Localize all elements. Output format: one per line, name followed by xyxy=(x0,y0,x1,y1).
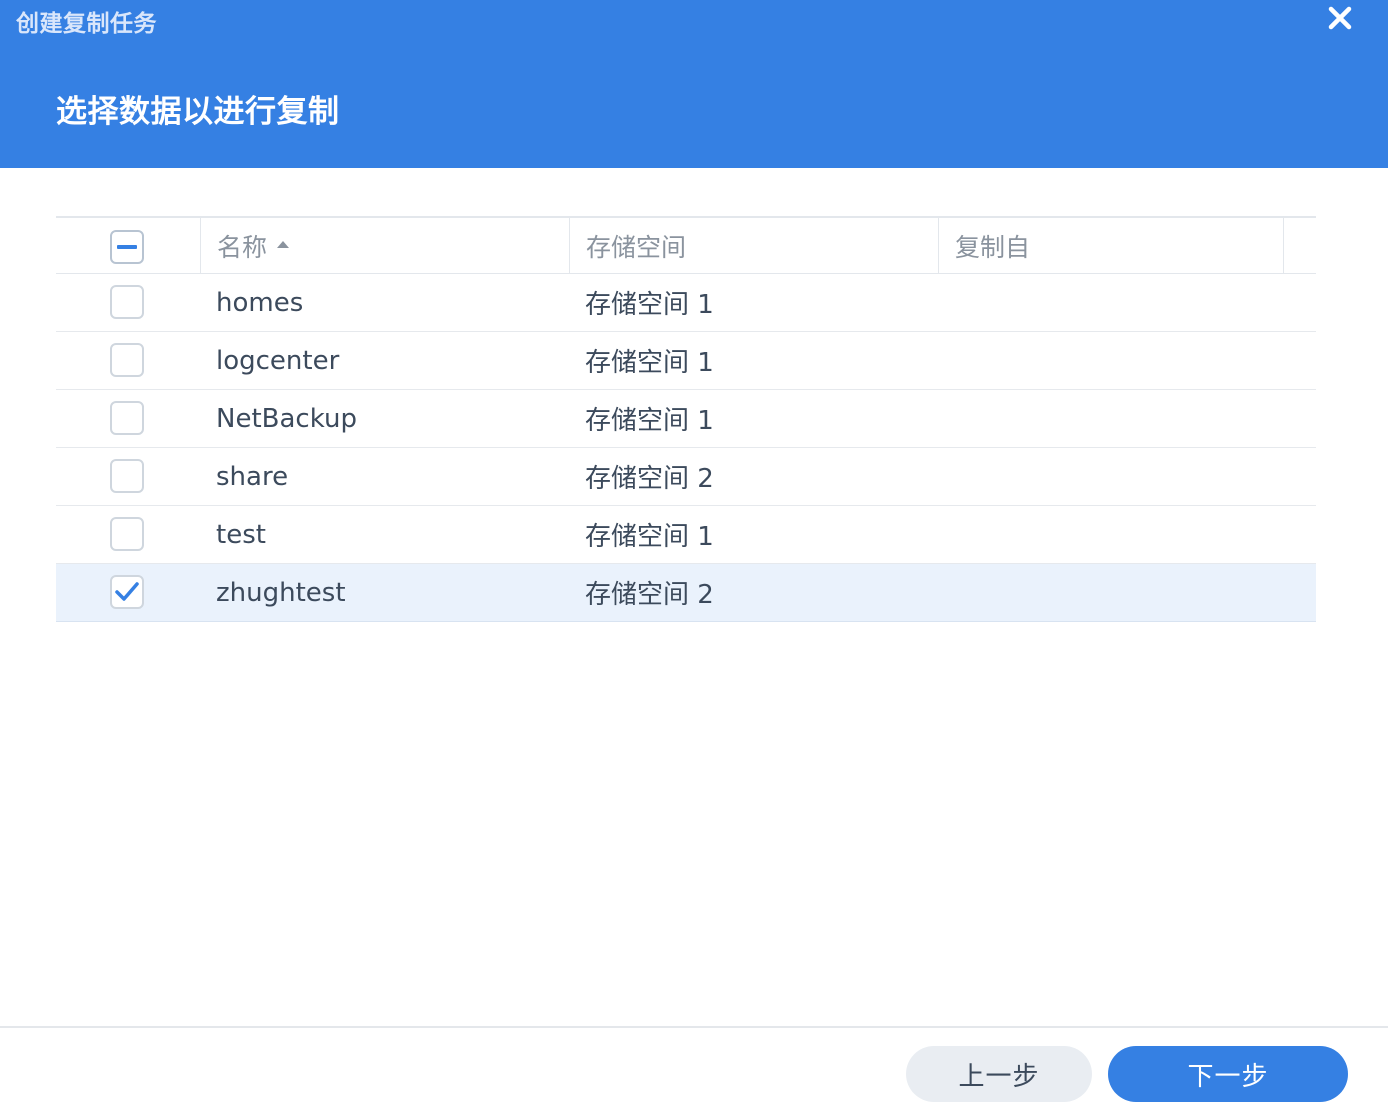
cell-name: zhughtest xyxy=(216,577,346,608)
close-button[interactable] xyxy=(1322,2,1358,36)
row-checkbox[interactable] xyxy=(110,343,144,377)
cell-name: homes xyxy=(216,287,304,318)
table-row[interactable]: share 存储空间 2 xyxy=(56,448,1316,506)
step-title: 选择数据以进行复制 xyxy=(56,94,340,130)
checkmark-icon xyxy=(115,582,139,601)
cell-name: test xyxy=(216,519,266,550)
cell-name: NetBackup xyxy=(216,403,357,434)
table-row[interactable]: NetBackup 存储空间 1 xyxy=(56,390,1316,448)
column-label-name: 名称 xyxy=(217,233,268,262)
row-checkbox[interactable] xyxy=(110,459,144,493)
cell-name: logcenter xyxy=(216,345,340,376)
row-checkbox[interactable] xyxy=(110,575,144,609)
previous-button[interactable]: 上一步 xyxy=(906,1046,1092,1102)
row-checkbox[interactable] xyxy=(110,285,144,319)
row-checkbox[interactable] xyxy=(110,401,144,435)
table-row[interactable]: test 存储空间 1 xyxy=(56,506,1316,564)
close-icon xyxy=(1328,6,1352,30)
select-all-checkbox[interactable] xyxy=(110,230,144,264)
table-row[interactable]: logcenter 存储空间 1 xyxy=(56,332,1316,390)
cell-volume: 存储空间 2 xyxy=(585,580,714,610)
column-header-spacer xyxy=(1283,218,1316,274)
cell-volume: 存储空间 1 xyxy=(585,522,714,552)
window-title: 创建复制任务 xyxy=(16,11,157,37)
column-label-volume: 存储空间 xyxy=(586,233,687,262)
cell-volume: 存储空间 1 xyxy=(585,406,714,436)
column-header-name[interactable]: 名称 xyxy=(200,218,569,274)
column-label-replicated-from: 复制自 xyxy=(955,233,1031,262)
cell-name: share xyxy=(216,461,289,492)
table-row[interactable]: homes 存储空间 1 xyxy=(56,274,1316,332)
cell-volume: 存储空间 1 xyxy=(585,290,714,320)
select-all-cell xyxy=(56,218,200,274)
column-header-volume[interactable]: 存储空间 xyxy=(569,218,938,274)
next-button[interactable]: 下一步 xyxy=(1108,1046,1348,1102)
column-header-replicated-from[interactable]: 复制自 xyxy=(938,218,1283,274)
shared-folder-table: 名称 存储空间 复制自 homes 存储空间 1 logcenter 存储空间 1 Ne… xyxy=(56,216,1316,622)
partial-check-icon xyxy=(117,245,137,249)
cell-volume: 存储空间 1 xyxy=(585,348,714,378)
table-row[interactable]: zhughtest 存储空间 2 xyxy=(56,564,1316,622)
footer-divider xyxy=(0,1026,1388,1028)
sort-ascending-icon xyxy=(277,241,290,248)
dialog-header: 创建复制任务 选择数据以进行复制 xyxy=(0,0,1388,168)
table-header: 名称 存储空间 复制自 xyxy=(56,216,1316,274)
table-body: homes 存储空间 1 logcenter 存储空间 1 NetBackup 存储空间 … xyxy=(56,274,1316,622)
cell-volume: 存储空间 2 xyxy=(585,464,714,494)
row-checkbox[interactable] xyxy=(110,517,144,551)
